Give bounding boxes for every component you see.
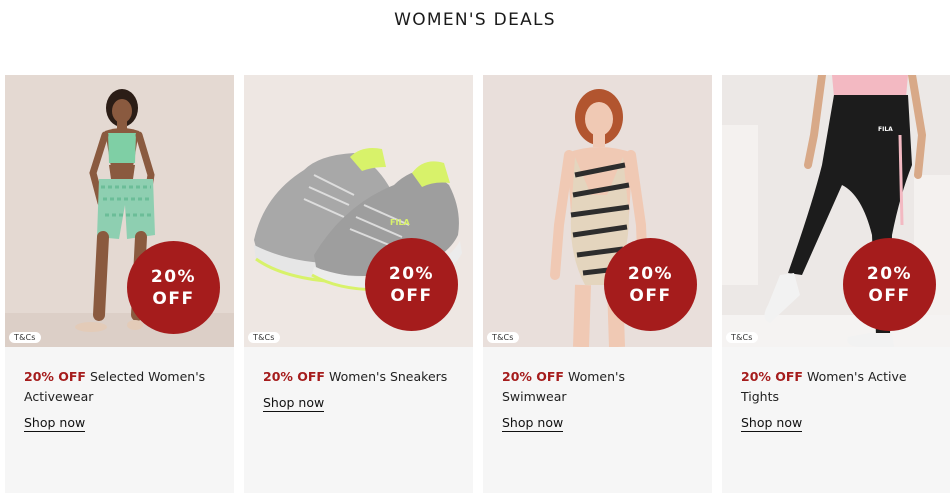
shop-now-link[interactable]: Shop now: [502, 415, 564, 432]
badge-off: OFF: [868, 285, 911, 306]
page-title: WOMEN'S DEALS: [394, 10, 556, 30]
discount-badge: 20% OFF: [127, 241, 220, 334]
deal-card-activewear[interactable]: 20% OFF T&Cs 20% OFF Selected Women's Ac…: [5, 75, 234, 493]
badge-percent: 20%: [627, 263, 674, 284]
deal-description: 20% OFF Women's Active Tights: [741, 367, 932, 407]
deal-card-active-tights[interactable]: FILA 20% OFF T&Cs 20% OFF Women's Active…: [722, 75, 950, 493]
tcs-link[interactable]: T&Cs: [487, 332, 519, 343]
badge-off: OFF: [152, 288, 195, 309]
badge-percent: 20%: [866, 263, 913, 284]
shop-now-link[interactable]: Shop now: [263, 395, 325, 412]
badge-off: OFF: [390, 285, 433, 306]
discount-badge: 20% OFF: [365, 238, 458, 331]
tcs-link[interactable]: T&Cs: [726, 332, 758, 343]
product-image-swimwear[interactable]: 20% OFF T&Cs: [483, 75, 712, 347]
svg-text:FILA: FILA: [878, 126, 893, 133]
tcs-link[interactable]: T&Cs: [9, 332, 41, 343]
deal-name: Women's Sneakers: [328, 369, 448, 384]
tcs-link[interactable]: T&Cs: [248, 332, 280, 343]
deals-grid: 20% OFF T&Cs 20% OFF Selected Women's Ac…: [5, 75, 950, 493]
offer-text: 20% OFF: [741, 369, 803, 384]
deal-description: 20% OFF Selected Women's Activewear: [24, 367, 215, 407]
discount-badge: 20% OFF: [843, 238, 936, 331]
shop-now-link[interactable]: Shop now: [741, 415, 803, 432]
badge-percent: 20%: [150, 266, 197, 287]
offer-text: 20% OFF: [502, 369, 564, 384]
badge-percent: 20%: [388, 263, 435, 284]
product-image-active-tights[interactable]: FILA 20% OFF T&Cs: [722, 75, 950, 347]
product-image-sneakers[interactable]: FILA 20% OFF T&Cs: [244, 75, 473, 347]
deal-description: 20% OFF Women's Swimwear: [502, 367, 693, 407]
product-image-activewear[interactable]: 20% OFF T&Cs: [5, 75, 234, 347]
svg-text:FILA: FILA: [390, 218, 411, 227]
offer-text: 20% OFF: [263, 369, 325, 384]
shop-now-link[interactable]: Shop now: [24, 415, 86, 432]
offer-text: 20% OFF: [24, 369, 86, 384]
deal-description: 20% OFF Women's Sneakers: [263, 367, 454, 387]
discount-badge: 20% OFF: [604, 238, 697, 331]
badge-off: OFF: [629, 285, 672, 306]
deal-card-sneakers[interactable]: FILA 20% OFF T&Cs 20% OFF Women's Sneake…: [244, 75, 473, 493]
deal-card-swimwear[interactable]: 20% OFF T&Cs 20% OFF Women's Swimwear Sh…: [483, 75, 712, 493]
